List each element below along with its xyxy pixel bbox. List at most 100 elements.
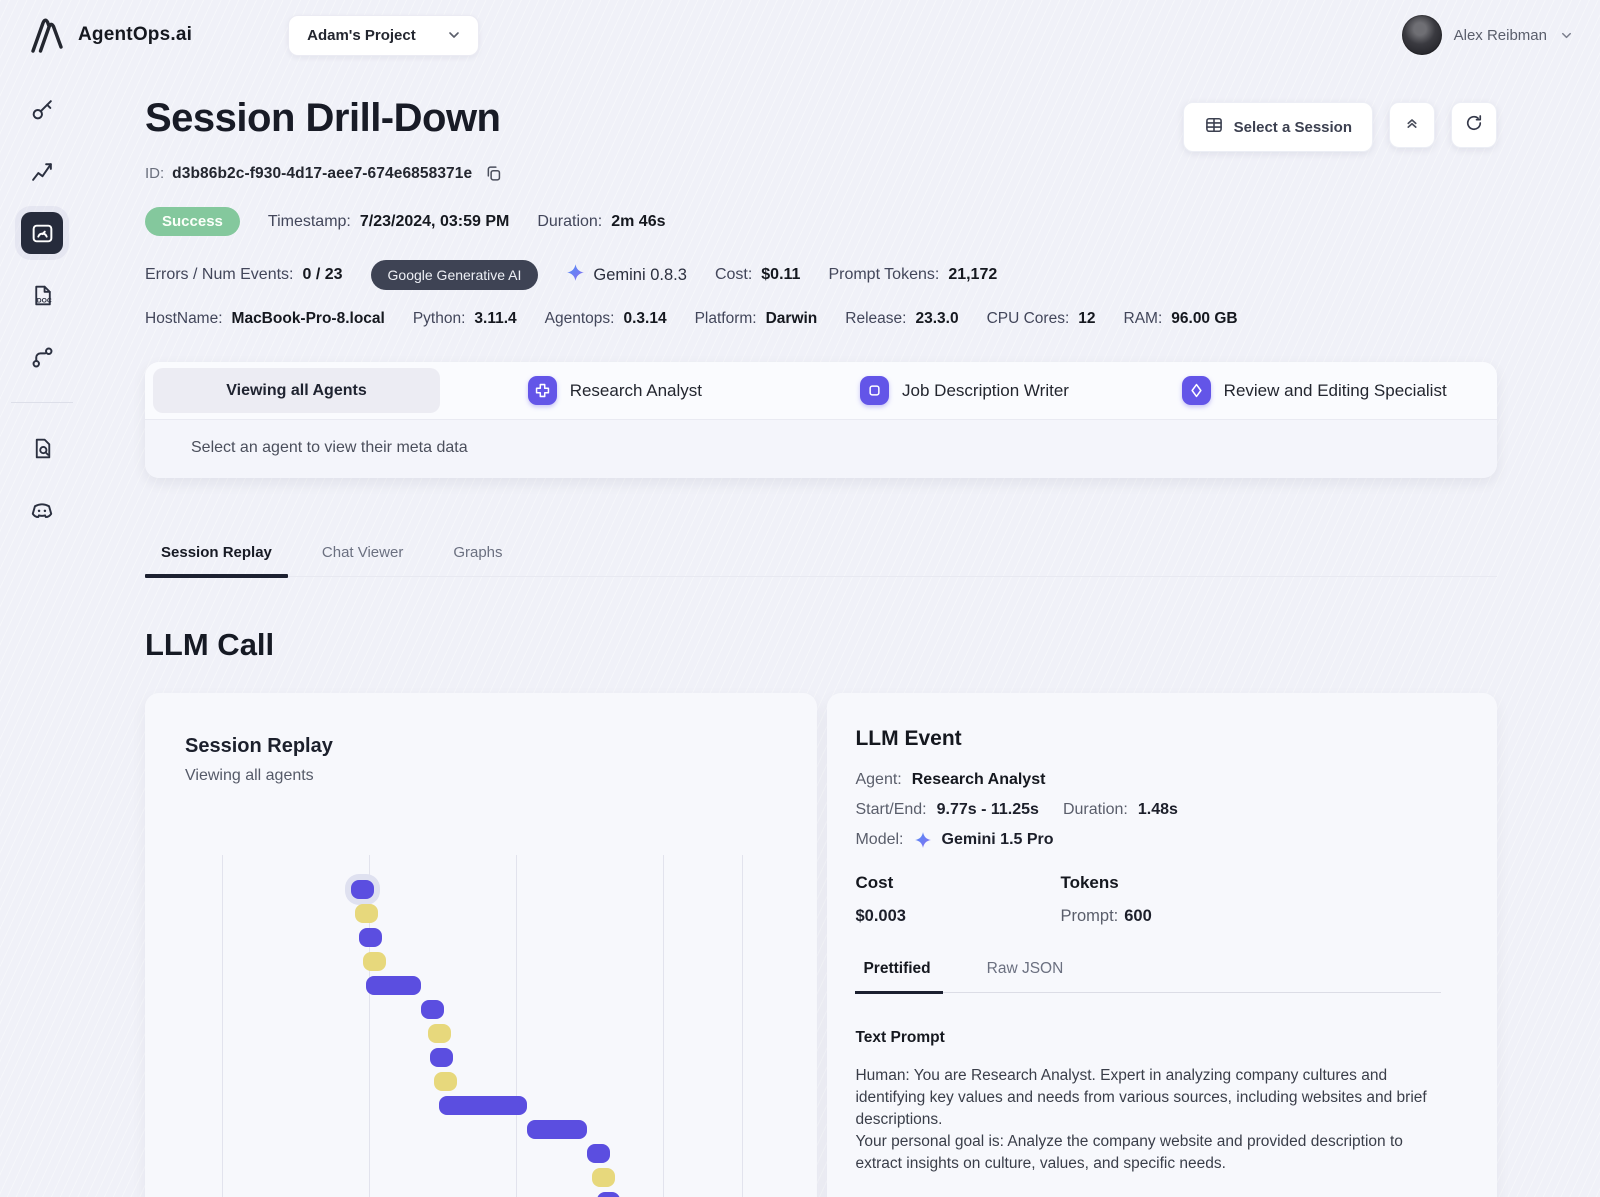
replay-event-bar[interactable] <box>359 928 382 947</box>
session-drilldown-icon[interactable] <box>21 212 63 254</box>
status-badge: Success <box>145 207 240 236</box>
tab-graphs[interactable]: Graphs <box>453 544 502 576</box>
agent-tab-job-description-writer[interactable]: Job Description Writer <box>790 376 1140 405</box>
agents-hint: Select an agent to view their meta data <box>145 419 1497 478</box>
project-selector[interactable]: Adam's Project <box>288 14 479 56</box>
text-prompt-title: Text Prompt <box>855 1029 945 1046</box>
meta-row-1: Success Timestamp: 7/23/2024, 03:59 PM D… <box>145 207 1497 236</box>
agentops-version-field: Agentops: 0.3.14 <box>544 310 667 327</box>
gemini-star-icon <box>566 263 585 287</box>
json-view-tabs: Prettified Raw JSON <box>855 960 1441 994</box>
replay-event-bar[interactable] <box>587 1144 610 1163</box>
table-icon <box>1204 115 1224 139</box>
replay-event-bar[interactable] <box>439 1096 527 1115</box>
cost-tokens-grid: Cost $0.003 Tokens Prompt: 600 <box>855 873 1441 926</box>
session-id-value: d3b86b2c-f930-4d17-aee7-674e6858371e <box>172 164 473 182</box>
model-field: Gemini 0.8.3 <box>566 263 687 287</box>
timestamp-field: Timestamp: 7/23/2024, 03:59 PM <box>267 212 510 230</box>
platform-field: Platform: Darwin <box>694 310 818 327</box>
replay-event-bar[interactable] <box>421 1000 444 1019</box>
chart-gridline <box>742 855 743 1197</box>
page-title: Session Drill-Down <box>145 96 501 140</box>
header-actions: Select a Session <box>1182 102 1497 152</box>
user-menu[interactable]: Alex Reibman <box>1401 15 1574 55</box>
chevron-down-icon <box>1559 28 1574 43</box>
text-prompt-body: Human: You are Research Analyst. Expert … <box>855 1067 1427 1172</box>
replay-event-bar[interactable] <box>428 1024 451 1043</box>
sidebar-divider <box>11 402 73 403</box>
session-replay-card: Session Replay Viewing all agents <box>145 693 818 1197</box>
chart-gridline <box>222 855 223 1197</box>
agentops-logo-icon <box>26 14 68 56</box>
event-agent-row: Agent: Research Analyst <box>855 771 1046 788</box>
model-value: Gemini 0.8.3 <box>593 265 687 284</box>
cpu-field: CPU Cores: 12 <box>986 310 1096 327</box>
collapse-button[interactable] <box>1389 102 1435 148</box>
docs-icon[interactable]: DOC <box>21 274 63 316</box>
main-content: Session Drill-Down Select a Session ID: … <box>145 70 1497 1197</box>
copy-icon[interactable] <box>484 164 503 183</box>
project-selector-label: Adam's Project <box>307 26 416 44</box>
errors-field: Errors / Num Events: 0 / 23 <box>145 266 343 283</box>
meta-row-3: HostName: MacBook-Pro-8.local Python: 3.… <box>145 310 1497 328</box>
diamond-agent-icon <box>1181 376 1211 405</box>
replay-event-bar[interactable] <box>597 1192 620 1197</box>
replay-event-bar[interactable] <box>434 1072 457 1091</box>
provider-badge: Google Generative AI <box>370 260 539 290</box>
cost-header: Cost <box>855 873 894 892</box>
prompt-tokens-field: Prompt Tokens: 21,172 <box>828 266 998 283</box>
cross-agent-icon <box>527 376 557 405</box>
session-id-row: ID: d3b86b2c-f930-4d17-aee7-674e6858371e <box>145 164 1497 183</box>
agents-bar: Viewing all Agents Research Analyst Job … <box>145 362 1497 478</box>
replay-event-bar[interactable] <box>592 1168 615 1187</box>
section-title: LLM Call <box>145 627 275 662</box>
replay-event-bar[interactable] <box>430 1048 453 1067</box>
replay-event-bar[interactable] <box>355 904 378 923</box>
agent-tab-all-agents[interactable]: Viewing all Agents <box>153 368 440 413</box>
meta-row-2: Errors / Num Events: 0 / 23 Google Gener… <box>145 260 1497 290</box>
chevron-down-icon <box>446 27 462 43</box>
replay-event-bar[interactable] <box>363 952 386 971</box>
agentops-app: AgentOps.ai Adam's Project Alex Reibman <box>0 0 1600 1197</box>
avatar[interactable] <box>1401 15 1442 55</box>
tab-chat-viewer[interactable]: Chat Viewer <box>322 544 403 576</box>
event-timing-row: Start/End: 9.77s - 11.25s Duration: 1.48… <box>855 801 1178 818</box>
tab-prettified[interactable]: Prettified <box>855 960 943 994</box>
replay-event-bar[interactable] <box>527 1120 587 1139</box>
cost-value: $0.003 <box>855 907 906 925</box>
llm-event-card: LLM Event Agent: Research Analyst Start/… <box>827 693 1497 1197</box>
key-icon[interactable] <box>21 88 63 130</box>
user-name: Alex Reibman <box>1453 26 1547 44</box>
view-tabs: Session Replay Chat Viewer Graphs <box>145 544 1497 578</box>
chevrons-up-icon <box>1403 114 1421 136</box>
duration-field: Duration: 2m 46s <box>537 212 666 230</box>
tab-raw-json[interactable]: Raw JSON <box>987 960 1064 992</box>
event-model-row: Model: Gemini 1.5 Pro <box>855 831 1054 849</box>
agent-tab-research-analyst[interactable]: Research Analyst <box>440 376 790 405</box>
llm-event-title: LLM Event <box>855 727 962 750</box>
python-field: Python: 3.11.4 <box>412 310 517 327</box>
refresh-button[interactable] <box>1451 102 1497 148</box>
replay-card-title: Session Replay <box>185 735 333 757</box>
tab-session-replay[interactable]: Session Replay <box>145 544 288 578</box>
top-bar: AgentOps.ai Adam's Project Alex Reibman <box>0 0 1600 70</box>
analytics-icon[interactable] <box>21 150 63 192</box>
replay-card-subtitle: Viewing all agents <box>185 767 314 784</box>
select-session-button[interactable]: Select a Session <box>1182 102 1373 152</box>
ram-field: RAM: 96.00 GB <box>1123 310 1238 327</box>
replay-event-bar[interactable] <box>351 880 374 899</box>
refresh-icon <box>1464 113 1484 137</box>
gemini-star-icon <box>914 831 932 849</box>
sidebar: DOC <box>0 88 84 531</box>
file-search-icon[interactable] <box>21 427 63 469</box>
session-replay-chart <box>185 851 765 1197</box>
chart-gridline <box>663 855 664 1197</box>
tokens-header: Tokens <box>1060 873 1119 892</box>
prompt-tokens-row: Prompt: 600 <box>1060 907 1152 925</box>
agents-tabs: Viewing all Agents Research Analyst Job … <box>145 362 1497 419</box>
agent-tab-review-editing-specialist[interactable]: Review and Editing Specialist <box>1139 376 1489 405</box>
workflow-icon[interactable] <box>21 336 63 378</box>
replay-event-bar[interactable] <box>366 976 421 995</box>
cost-field: Cost: $0.11 <box>714 266 801 283</box>
discord-icon[interactable] <box>21 489 63 531</box>
